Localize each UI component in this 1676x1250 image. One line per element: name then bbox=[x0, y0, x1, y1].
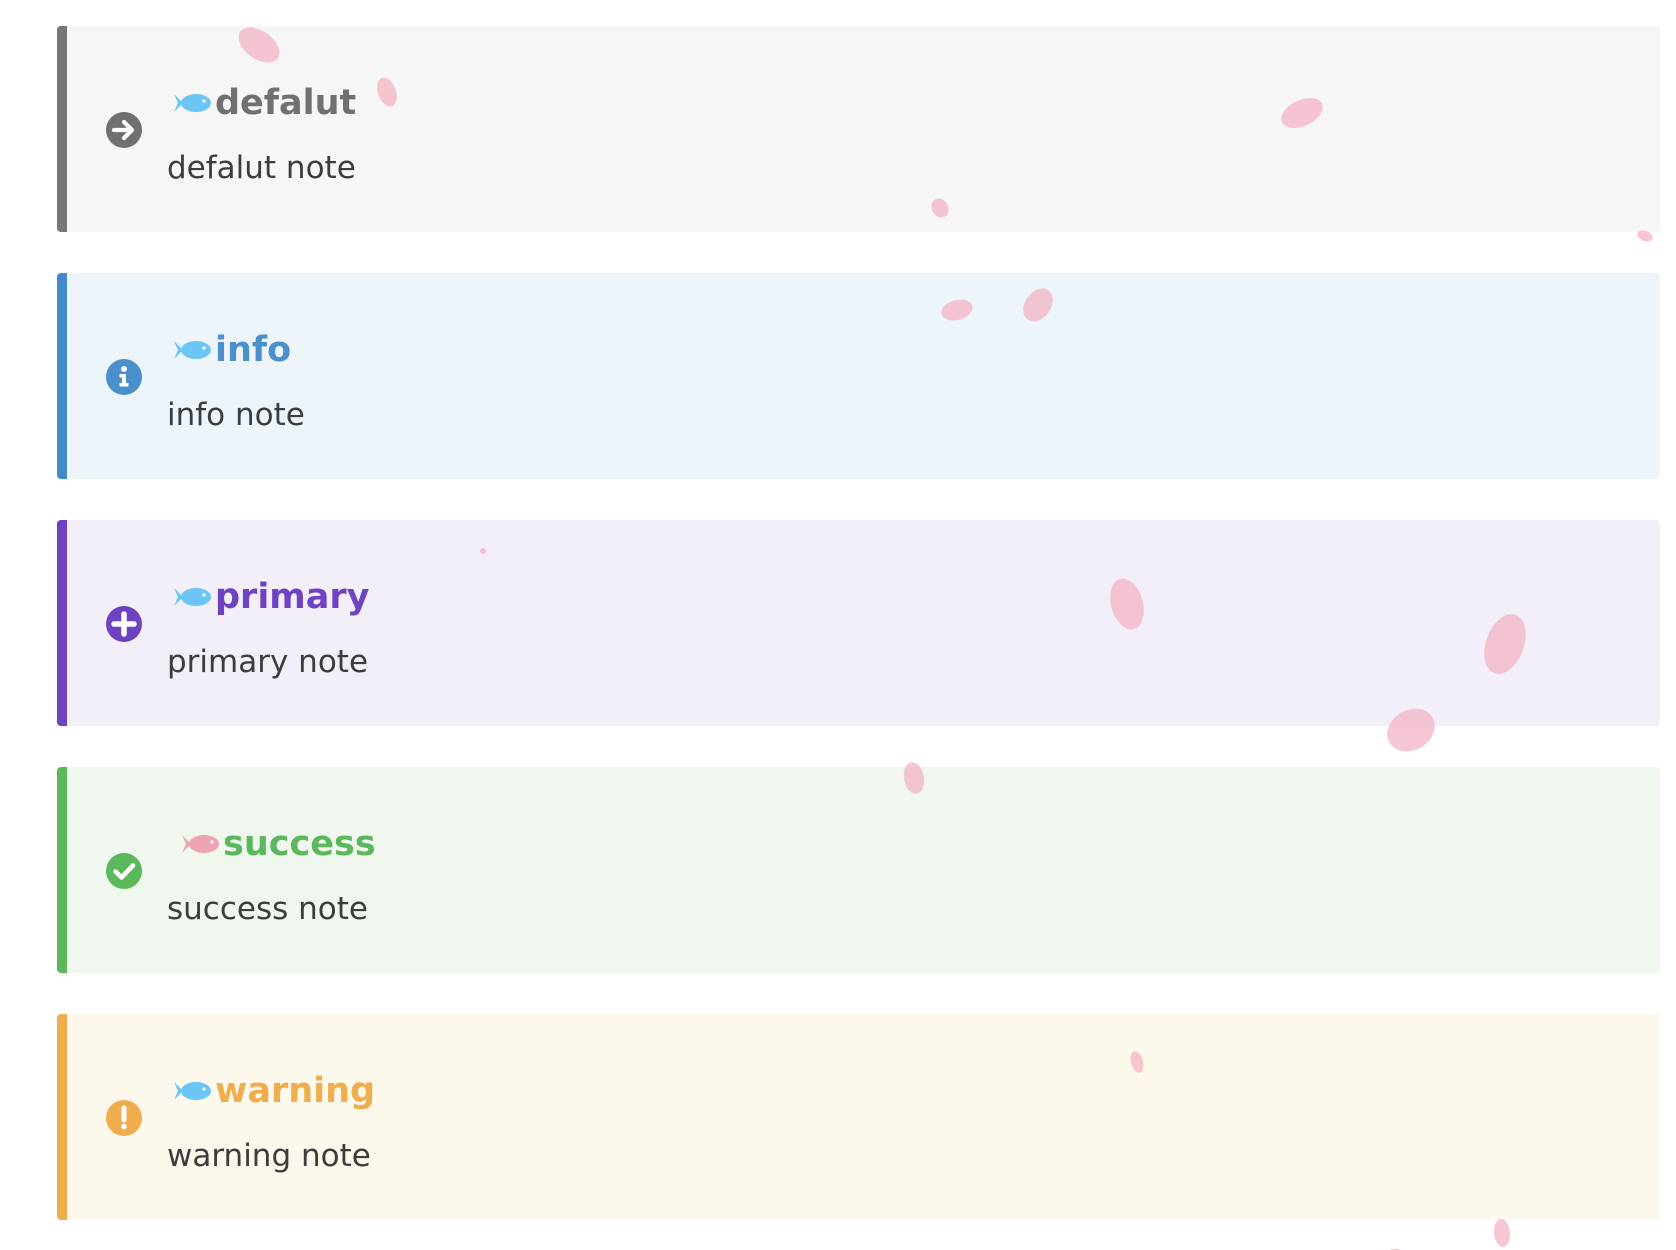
note-title: primary bbox=[215, 577, 370, 617]
note-body: primary note bbox=[167, 644, 369, 680]
info-circle-icon bbox=[106, 359, 142, 395]
fish-icon bbox=[182, 835, 219, 853]
note-body: defalut note bbox=[167, 150, 356, 186]
note-heading: success bbox=[181, 819, 376, 869]
note-heading: info bbox=[173, 325, 291, 375]
page: defalut defalut note info info note prim… bbox=[0, 0, 1676, 1250]
fish-icon bbox=[174, 341, 211, 359]
note-title: warning bbox=[215, 1071, 376, 1111]
note-heading: primary bbox=[173, 572, 369, 622]
note-success: success success note bbox=[57, 767, 1660, 973]
plus-circle-icon bbox=[106, 606, 142, 642]
note-primary: primary primary note bbox=[57, 520, 1660, 726]
note-default: defalut defalut note bbox=[57, 26, 1660, 232]
note-title: info bbox=[215, 330, 292, 370]
check-circle-icon bbox=[106, 853, 142, 889]
fish-icon bbox=[174, 1082, 211, 1100]
note-title: success bbox=[223, 824, 376, 864]
exclamation-circle-icon bbox=[106, 1100, 142, 1136]
arrow-right-circle-icon bbox=[106, 112, 142, 148]
fish-icon bbox=[174, 94, 211, 112]
note-warning: warning warning note bbox=[57, 1014, 1660, 1220]
note-info: info info note bbox=[57, 273, 1660, 479]
note-body: success note bbox=[167, 891, 368, 927]
fish-icon bbox=[174, 588, 211, 606]
note-list: defalut defalut note info info note prim… bbox=[57, 26, 1660, 1250]
note-heading: warning bbox=[173, 1066, 375, 1116]
note-heading: defalut bbox=[173, 78, 356, 128]
note-title: defalut bbox=[215, 83, 357, 123]
note-body: info note bbox=[167, 397, 305, 433]
note-body: warning note bbox=[167, 1138, 371, 1174]
